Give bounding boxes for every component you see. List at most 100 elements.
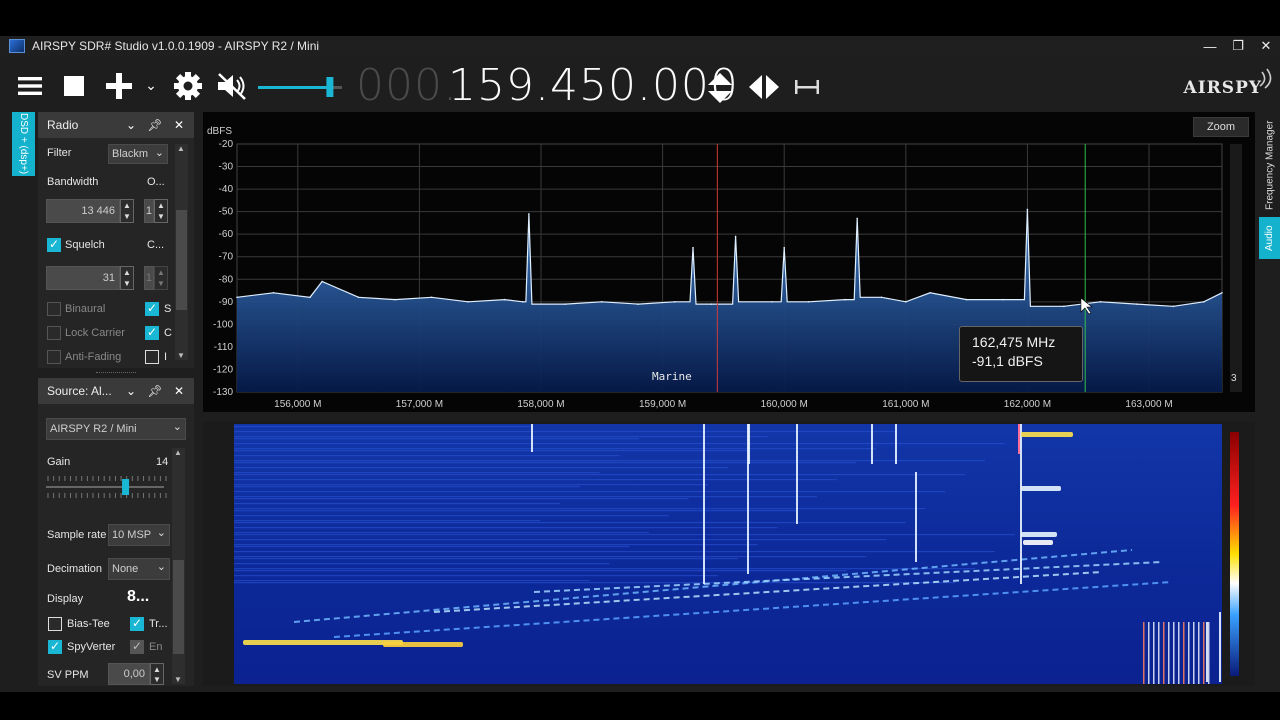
order-label: O... bbox=[147, 176, 165, 188]
close-icon[interactable]: ✕ bbox=[167, 384, 191, 398]
device-select[interactable]: AIRSPY R2 / Mini ⌄ bbox=[46, 418, 186, 440]
span-icon[interactable] bbox=[792, 76, 822, 98]
stop-icon[interactable] bbox=[62, 74, 86, 98]
filter-label: Filter bbox=[47, 147, 72, 159]
gain-slider[interactable] bbox=[46, 474, 170, 500]
y-tick-label: -70 bbox=[219, 252, 234, 263]
c-checkbox[interactable] bbox=[145, 325, 159, 340]
waterfall-noise-band bbox=[234, 450, 748, 452]
volume-slider-track[interactable] bbox=[258, 76, 342, 98]
bias-tee-checkbox[interactable] bbox=[48, 617, 62, 631]
spyverter-checkbox[interactable] bbox=[48, 639, 62, 654]
cw-spinner[interactable]: ▲ ▼ bbox=[154, 266, 168, 290]
volume-slider[interactable] bbox=[258, 76, 342, 98]
volume-fill bbox=[258, 86, 327, 89]
spectrum-point bbox=[394, 298, 396, 301]
airspy-logo: AIRSPY bbox=[1183, 78, 1262, 98]
spectrum-point bbox=[467, 301, 469, 303]
tr-checkbox[interactable] bbox=[130, 616, 144, 631]
spectrum-plot[interactable]: dBFS -20 -30 -40 -50 -60 -70 -80 -90 -100 -110 -120… bbox=[203, 112, 1255, 412]
x-tick-label: 160,000 M bbox=[761, 399, 808, 410]
tooltip-level: -91,1 dBFS bbox=[972, 353, 1043, 369]
x-tick-label: 163,000 M bbox=[1125, 399, 1172, 410]
panel-menu-chevron-icon[interactable]: ⌄ bbox=[119, 384, 143, 398]
anti-fading-checkbox[interactable] bbox=[47, 350, 61, 364]
tab-frequency-manager[interactable]: Frequency Manager bbox=[1260, 118, 1280, 212]
waterfall-display[interactable] bbox=[203, 422, 1255, 686]
source-panel-scrollbar[interactable]: ▲ ▼ bbox=[172, 448, 185, 684]
spectrum-point bbox=[1136, 303, 1138, 305]
order-spinner[interactable]: ▲ ▼ bbox=[154, 199, 168, 223]
i-checkbox[interactable] bbox=[145, 350, 159, 364]
bandwidth-spinner[interactable]: ▲ ▼ bbox=[120, 199, 134, 223]
maximize-button[interactable]: ❐ bbox=[1224, 36, 1252, 56]
waterfall-plot[interactable] bbox=[203, 422, 1255, 686]
spectrum-point bbox=[734, 235, 737, 238]
binaural-checkbox[interactable] bbox=[47, 302, 61, 316]
spectrum-display[interactable]: dBFS -20 -30 -40 -50 -60 -70 -80 -90 -100 -110 -120… bbox=[203, 112, 1255, 412]
panel-menu-chevron-icon[interactable]: ⌄ bbox=[119, 118, 143, 132]
lock-carrier-checkbox[interactable] bbox=[47, 326, 61, 340]
waterfall-carrier bbox=[895, 424, 897, 464]
sv-ppm-spinner[interactable]: ▲ ▼ bbox=[150, 663, 164, 685]
filter-select[interactable]: Blackm ⌄ bbox=[108, 144, 168, 164]
zoom-button[interactable]: Zoom bbox=[1193, 117, 1249, 137]
waterfall-noise-band bbox=[234, 498, 689, 500]
c-label: C bbox=[164, 327, 172, 339]
hamburger-icon[interactable] bbox=[16, 73, 44, 99]
scroll-down-arrow-icon[interactable]: ▼ bbox=[177, 351, 185, 360]
waterfall-burst-line bbox=[1183, 622, 1185, 684]
order-input[interactable]: 1 bbox=[144, 199, 154, 223]
chevron-down-icon: ⌄ bbox=[156, 527, 166, 539]
window-controls: — ❐ ✕ bbox=[1196, 36, 1280, 56]
gear-icon[interactable] bbox=[172, 70, 204, 102]
minimize-button[interactable]: — bbox=[1196, 36, 1224, 56]
cursor-tooltip: 162,475 MHz -91,1 dBFS bbox=[959, 326, 1083, 382]
radio-scroll-thumb[interactable] bbox=[176, 210, 187, 310]
panel-splitter[interactable] bbox=[38, 368, 194, 378]
y-tick-label: -60 bbox=[219, 229, 234, 240]
s-checkbox[interactable] bbox=[145, 301, 159, 316]
tab-audio[interactable]: Audio bbox=[1259, 217, 1280, 259]
squelch-input[interactable]: 31 bbox=[46, 266, 120, 290]
pin-icon[interactable]: 📌︎ bbox=[143, 118, 167, 132]
waterfall-burst-line bbox=[1163, 622, 1165, 684]
bandwidth-input[interactable]: 13 446 bbox=[46, 199, 120, 223]
waterfall-noise-band bbox=[234, 479, 837, 481]
scroll-down-arrow-icon[interactable]: ▼ bbox=[174, 675, 182, 684]
sv-ppm-input[interactable]: 0,00 bbox=[108, 663, 150, 685]
waterfall-carrier bbox=[703, 424, 705, 584]
squelch-checkbox[interactable] bbox=[47, 237, 61, 252]
spectrum-point bbox=[807, 301, 810, 303]
scroll-up-arrow-icon[interactable]: ▲ bbox=[177, 144, 185, 153]
close-window-button[interactable]: ✕ bbox=[1252, 36, 1280, 56]
waterfall-noise-band bbox=[234, 510, 798, 512]
tab-dsd-plugin[interactable]: DSD + (dsp+) bbox=[12, 112, 35, 176]
waterfall-noise-band bbox=[234, 474, 966, 476]
spectrum-trace bbox=[236, 209, 1223, 307]
radio-panel-scrollbar[interactable]: ▲ ▼ bbox=[175, 144, 188, 360]
updown-arrows-icon[interactable] bbox=[705, 71, 735, 105]
waterfall-noise-band bbox=[234, 443, 1005, 445]
add-dropdown-chevron-icon[interactable]: ⌄ bbox=[143, 76, 159, 94]
cw-input[interactable]: 1 bbox=[144, 266, 154, 290]
waterfall-noise-band bbox=[234, 570, 847, 572]
speaker-muted-icon[interactable] bbox=[214, 70, 250, 102]
waterfall-carrier bbox=[1206, 622, 1208, 682]
pin-icon[interactable]: 📌︎ bbox=[143, 384, 167, 398]
leftright-arrows-icon[interactable] bbox=[746, 72, 782, 102]
close-icon[interactable]: ✕ bbox=[167, 118, 191, 132]
frequency-display[interactable]: 159.450.000 bbox=[448, 62, 739, 110]
source-scroll-thumb[interactable] bbox=[173, 560, 184, 654]
scroll-up-arrow-icon[interactable]: ▲ bbox=[174, 448, 182, 457]
waterfall-noise-band bbox=[234, 438, 640, 440]
decimation-select[interactable]: None ⌄ bbox=[108, 558, 170, 580]
squelch-spinner[interactable]: ▲ ▼ bbox=[120, 266, 134, 290]
waterfall-burst-line bbox=[1173, 622, 1175, 684]
en-checkbox[interactable]: ✓ bbox=[130, 639, 144, 654]
plus-icon[interactable] bbox=[104, 72, 134, 100]
sample-rate-select[interactable]: 10 MSP ⌄ bbox=[108, 524, 170, 546]
spectrum-point bbox=[771, 301, 773, 303]
frequency-display-leading[interactable]: 000. bbox=[356, 62, 458, 110]
spectrum-side-scale[interactable]: 3 bbox=[1230, 144, 1242, 392]
